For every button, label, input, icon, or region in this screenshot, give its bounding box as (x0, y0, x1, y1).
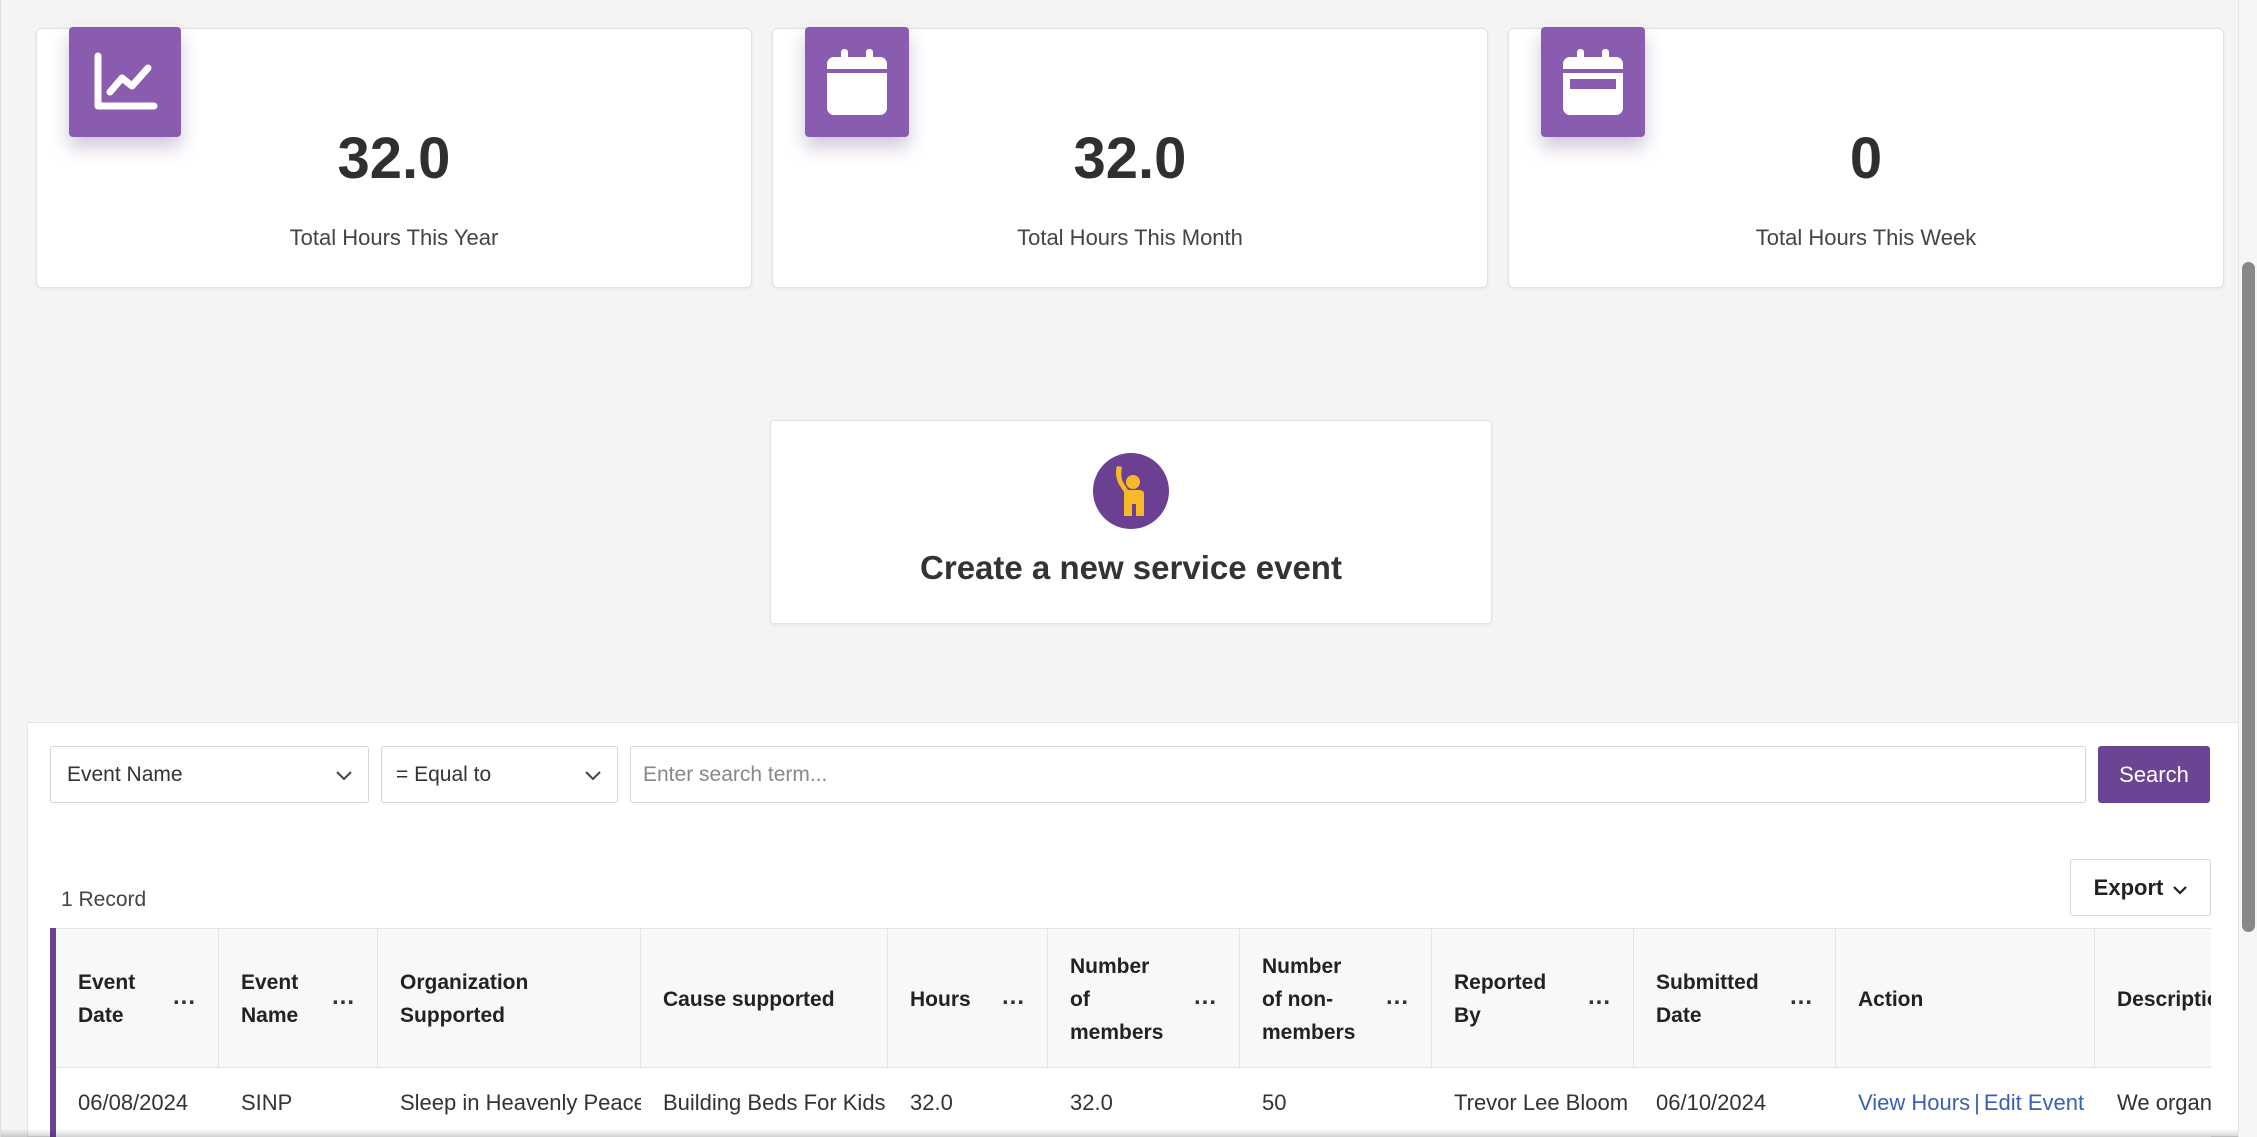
create-service-event-card[interactable]: Create a new service event (770, 420, 1492, 624)
stat-label: Total Hours This Year (289, 225, 499, 250)
cell-cause: Building Beds For Kids (663, 1090, 886, 1115)
stat-card-year: 32.0 Total Hours This Year (36, 27, 752, 288)
column-menu-icon[interactable]: ... (1588, 980, 1611, 1013)
field-select-value: Event Name (67, 762, 183, 786)
column-header-members[interactable]: Number of members ... (1048, 929, 1240, 1069)
cell-event-date: 06/08/2024 (78, 1090, 189, 1115)
stat-card-month: 32.0 Total Hours This Month (772, 27, 1488, 288)
cell-organization: Sleep in Heavenly Peace (400, 1090, 641, 1115)
stat-value: 32.0 (1073, 126, 1187, 191)
column-menu-icon[interactable]: ... (1790, 980, 1813, 1013)
column-header-event-name[interactable]: Event Name ... (219, 929, 378, 1069)
create-event-title: Create a new service event (920, 549, 1342, 586)
events-table: Event Date ... Event Name ... Organizati… (50, 928, 2211, 1137)
column-header-reported-by[interactable]: Reported By ... (1432, 929, 1634, 1069)
chevron-down-icon (585, 763, 601, 787)
calendar-week-icon (1541, 27, 1645, 137)
bottom-shadow (1, 1129, 2239, 1137)
table-row[interactable]: 06/08/2024 SINP Sleep in Heavenly Peace … (56, 1068, 2211, 1137)
page: 32.0 Total Hours This Year 32.0 Total Ho… (0, 0, 2239, 1137)
cell-action: View Hours | Edit Event (1836, 1068, 2095, 1137)
cell-members: 32.0 (1070, 1090, 1113, 1115)
stat-card-week: 0 Total Hours This Week (1508, 27, 2224, 288)
operator-select-value: = Equal to (396, 762, 492, 786)
line-chart-icon (69, 27, 181, 137)
stat-label: Total Hours This Month (1017, 225, 1243, 250)
column-menu-icon[interactable]: ... (1194, 980, 1217, 1013)
search-input[interactable] (630, 746, 2086, 803)
raised-hand-person-icon (1093, 453, 1169, 529)
column-menu-icon[interactable]: ... (332, 980, 355, 1013)
stat-label: Total Hours This Week (1755, 225, 1977, 250)
cell-reported-by: Trevor Lee Bloom (1454, 1090, 1629, 1115)
scrollbar-thumb[interactable] (2242, 262, 2255, 932)
column-header-event-date[interactable]: Event Date ... (56, 929, 219, 1069)
column-header-cause[interactable]: Cause supported (641, 929, 888, 1069)
stat-value: 0 (1849, 126, 1883, 191)
operator-select[interactable]: = Equal to (381, 746, 618, 803)
column-header-submitted-date[interactable]: Submitted Date ... (1634, 929, 1836, 1069)
export-label: Export (2093, 874, 2164, 900)
record-count: 1 Record (61, 888, 147, 911)
column-menu-icon[interactable]: ... (173, 980, 196, 1013)
column-header-description[interactable]: Description (2095, 929, 2211, 1069)
cell-non-members: 50 (1262, 1090, 1287, 1115)
cell-event-name: SINP (241, 1090, 293, 1115)
chevron-down-icon (336, 763, 352, 787)
search-button[interactable]: Search (2098, 746, 2210, 803)
view-hours-link[interactable]: View Hours (1858, 1090, 1970, 1115)
column-menu-icon[interactable]: ... (1386, 980, 1409, 1013)
column-header-action: Action (1836, 929, 2095, 1069)
calendar-icon (805, 27, 909, 137)
chevron-down-icon (2173, 875, 2188, 901)
field-select[interactable]: Event Name (50, 746, 369, 803)
export-button[interactable]: Export (2070, 859, 2211, 916)
column-header-organization[interactable]: Organization Supported (378, 929, 641, 1069)
edit-event-link[interactable]: Edit Event (1984, 1090, 2084, 1115)
column-menu-icon[interactable]: ... (1002, 980, 1025, 1013)
action-separator: | (1974, 1090, 1980, 1115)
cell-description: We organi (2117, 1090, 2211, 1115)
cell-submitted-date: 06/10/2024 (1656, 1090, 1767, 1115)
cell-hours: 32.0 (910, 1090, 953, 1115)
table-header: Event Date ... Event Name ... Organizati… (56, 928, 2211, 1069)
stat-value: 32.0 (337, 126, 451, 191)
column-header-non-members[interactable]: Number of non-members ... (1240, 929, 1432, 1069)
vertical-scrollbar[interactable] (2238, 0, 2257, 1137)
column-header-hours[interactable]: Hours ... (888, 929, 1048, 1069)
